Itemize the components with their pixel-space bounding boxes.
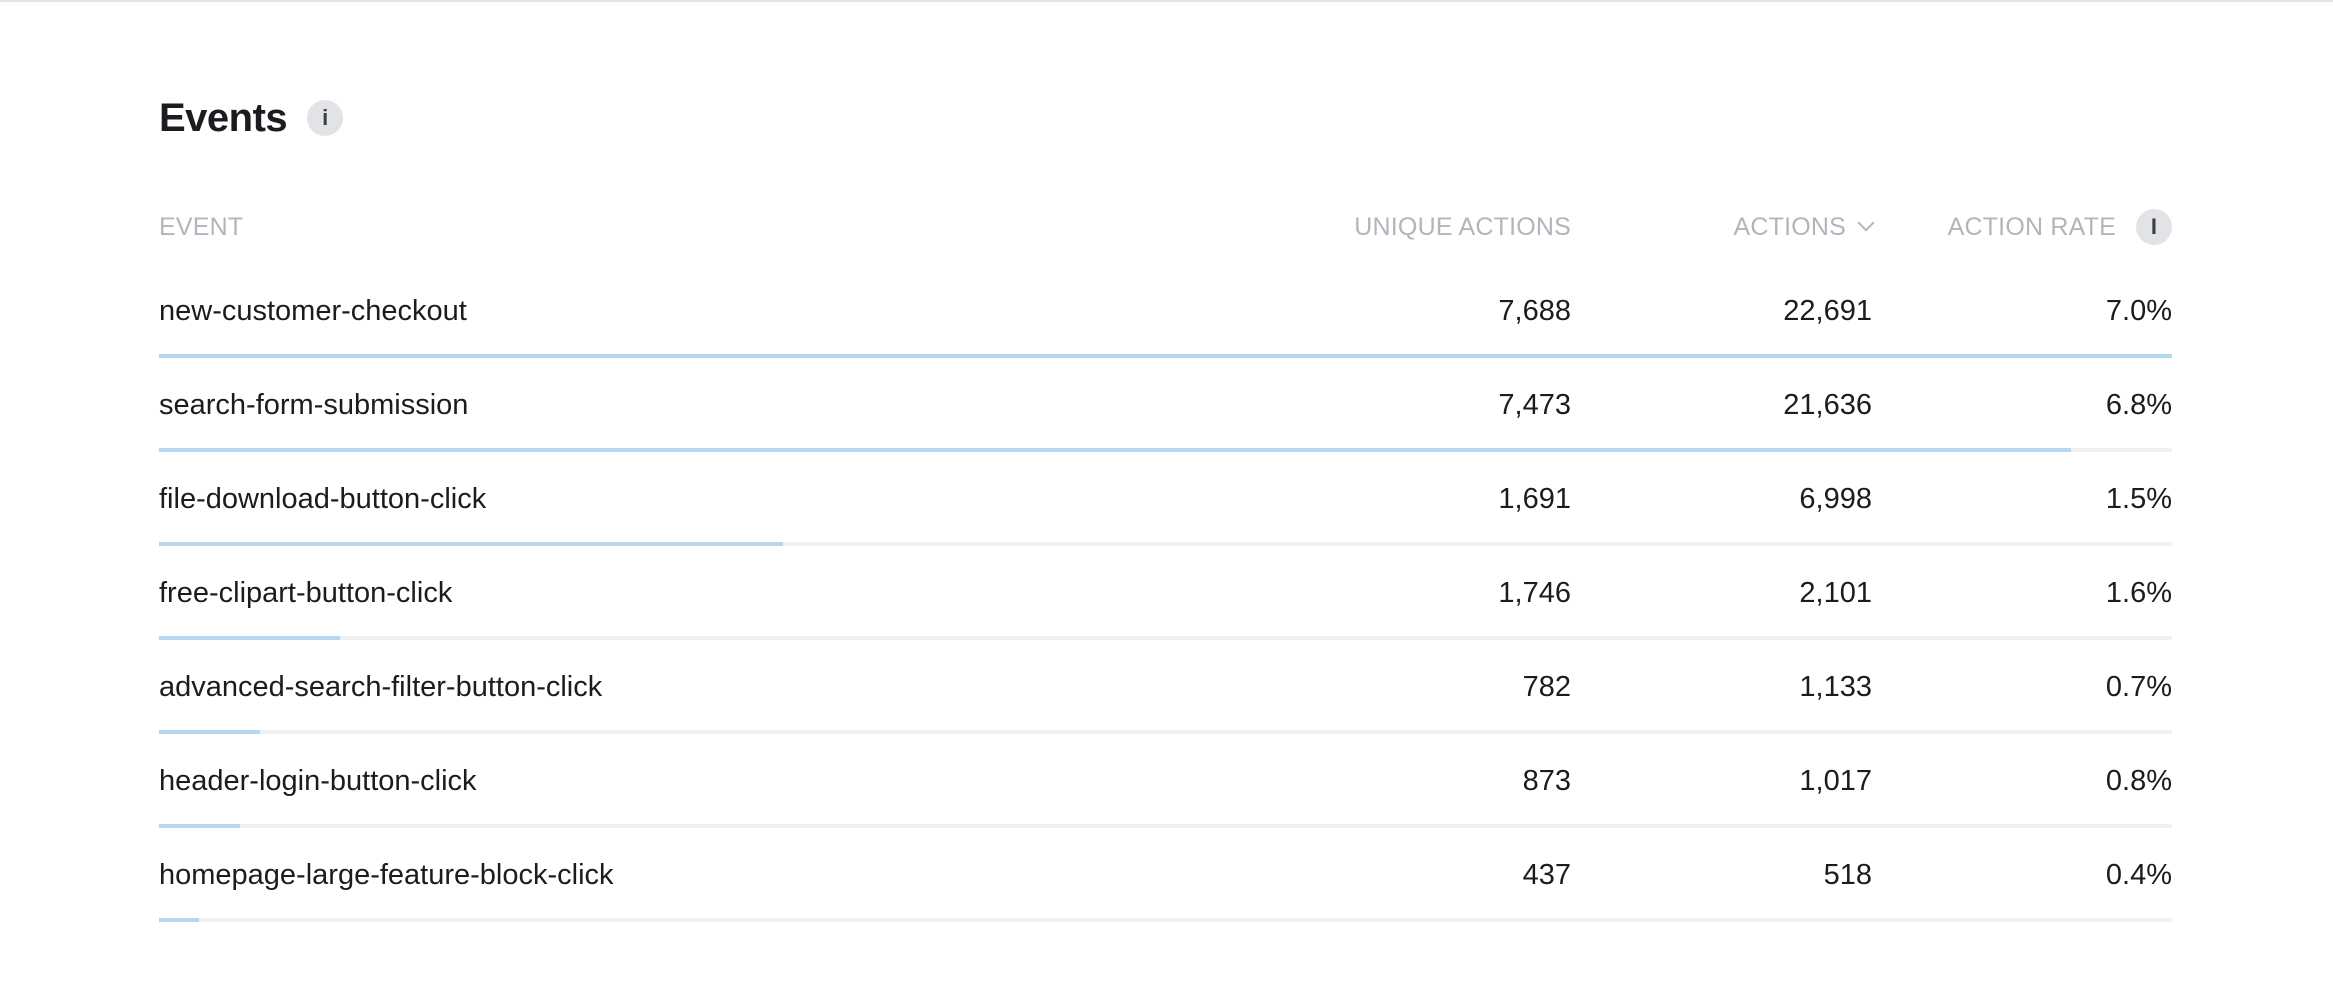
event-name: header-login-button-click bbox=[159, 764, 477, 797]
table-header: EVENT UNIQUE ACTIONS ACTIONS ACTION RATE… bbox=[159, 206, 2172, 248]
table-row[interactable]: advanced-search-filter-button-click 782 1,… bbox=[159, 640, 2172, 734]
action-rate-value: 0.8% bbox=[2105, 764, 2172, 797]
unique-actions-value: 1,746 bbox=[1498, 576, 1571, 609]
column-header-action-rate-label: ACTION RATE bbox=[1947, 212, 2116, 241]
column-header-unique-actions-label: UNIQUE ACTIONS bbox=[1354, 212, 1571, 241]
action-rate-value: 1.6% bbox=[2105, 576, 2172, 609]
action-rate-value: 1.5% bbox=[2105, 482, 2172, 515]
event-name: free-clipart-button-click bbox=[159, 576, 453, 609]
table-row[interactable]: search-form-submission 7,473 21,636 6.8% bbox=[159, 358, 2172, 452]
top-divider bbox=[0, 0, 2333, 2]
column-header-actions-label: ACTIONS bbox=[1733, 212, 1846, 241]
actions-value: 1,133 bbox=[1799, 670, 1872, 703]
action-rate-value: 6.8% bbox=[2105, 388, 2172, 421]
action-rate-value: 7.0% bbox=[2105, 294, 2172, 327]
action-rate-value: 0.4% bbox=[2105, 858, 2172, 891]
unique-actions-value: 7,688 bbox=[1498, 294, 1571, 327]
actions-value: 2,101 bbox=[1799, 576, 1872, 609]
panel-header: Events i bbox=[159, 90, 344, 146]
info-icon[interactable]: i bbox=[307, 100, 344, 136]
actions-value: 6,998 bbox=[1799, 482, 1872, 515]
table-row[interactable]: file-download-button-click 1,691 6,998 1.5% bbox=[159, 452, 2172, 546]
unique-actions-value: 782 bbox=[1522, 670, 1571, 703]
table-row[interactable]: header-login-button-click 873 1,017 0.8% bbox=[159, 734, 2172, 828]
event-name: file-download-button-click bbox=[159, 482, 487, 515]
column-header-actions[interactable]: ACTIONS bbox=[1572, 206, 1875, 248]
column-header-event[interactable]: EVENT bbox=[159, 206, 759, 248]
column-header-event-label: EVENT bbox=[159, 212, 244, 241]
column-header-unique-actions[interactable]: UNIQUE ACTIONS bbox=[1159, 206, 1571, 248]
actions-value: 518 bbox=[1823, 858, 1872, 891]
info-icon[interactable]: i bbox=[2136, 209, 2172, 245]
unique-actions-value: 437 bbox=[1522, 858, 1571, 891]
table-row[interactable]: new-customer-checkout 7,688 22,691 7.0% bbox=[159, 264, 2172, 358]
actions-value: 1,017 bbox=[1799, 764, 1872, 797]
unique-actions-value: 7,473 bbox=[1498, 388, 1571, 421]
unique-actions-value: 1,691 bbox=[1498, 482, 1571, 515]
proportion-bar bbox=[159, 918, 200, 922]
actions-value: 22,691 bbox=[1783, 294, 1872, 327]
table-row[interactable]: homepage-large-feature-block-click 437 518… bbox=[159, 828, 2172, 922]
event-name: advanced-search-filter-button-click bbox=[159, 670, 603, 703]
action-rate-value: 0.7% bbox=[2105, 670, 2172, 703]
table-row[interactable]: free-clipart-button-click 1,746 2,101 1.6% bbox=[159, 546, 2172, 640]
column-header-action-rate[interactable]: ACTION RATE i bbox=[1872, 206, 2172, 248]
event-name: new-customer-checkout bbox=[159, 294, 467, 327]
event-name: search-form-submission bbox=[159, 388, 469, 421]
panel-title: Events bbox=[159, 95, 288, 140]
unique-actions-value: 873 bbox=[1522, 764, 1571, 797]
proportion-bar-track bbox=[159, 918, 2172, 922]
actions-value: 21,636 bbox=[1783, 388, 1872, 421]
event-name: homepage-large-feature-block-click bbox=[159, 858, 614, 891]
